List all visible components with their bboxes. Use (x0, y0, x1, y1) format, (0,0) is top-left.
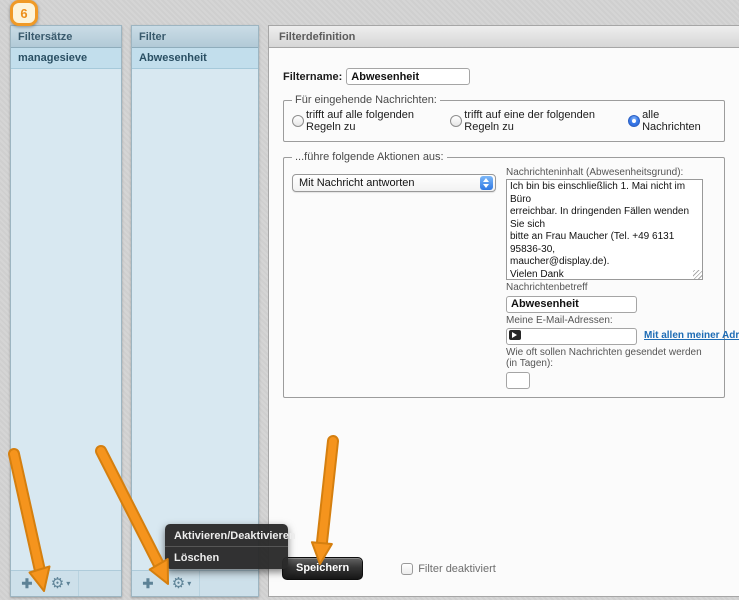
filtername-input[interactable] (346, 68, 470, 85)
footer-spacer (79, 571, 121, 596)
filtersets-header: Filtersätze (11, 26, 121, 48)
action-select[interactable]: Mit Nachricht antworten (292, 174, 496, 192)
radio-option-all-rules[interactable]: trifft auf alle folgenden Regeln zu (292, 109, 442, 133)
gear-icon: ⚙ (51, 576, 64, 591)
radio-option-any-rule[interactable]: trifft auf eine der folgenden Regeln zu (450, 109, 620, 133)
gear-context-menu: Aktivieren/Deaktivieren Löschen (165, 524, 288, 569)
filter-definition-pane: Filterdefinition Filtername: Für eingehe… (268, 25, 739, 597)
chevron-down-icon: ▾ (187, 579, 191, 588)
incoming-legend: Für eingehende Nachrichten: (292, 94, 440, 106)
add-filterset-button[interactable]: ✚ (11, 571, 43, 596)
subject-label: Nachrichtenbetreff (506, 282, 706, 293)
list-item-abwesenheit[interactable]: Abwesenheit (132, 48, 258, 69)
radio-label: alle Nachrichten (642, 109, 708, 133)
addresses-input[interactable] (506, 328, 637, 345)
actions-legend: ...führe folgende Aktionen aus: (292, 151, 447, 163)
vacation-reason-textarea[interactable]: Ich bin bis einschließlich 1. Mai nicht … (506, 179, 703, 280)
chevron-down-icon: ▾ (66, 579, 70, 588)
filterset-actions-button[interactable]: ⚙ ▾ (43, 571, 79, 596)
pane-title: Filterdefinition (269, 26, 739, 48)
radio-icon[interactable] (450, 115, 462, 127)
content-label: Nachrichteninhalt (Abwesenheitsgrund): (506, 167, 706, 178)
menu-item-activate-deactivate[interactable]: Aktivieren/Deaktivieren (165, 525, 288, 546)
filtersets-footer: ✚ ⚙ ▾ (11, 570, 121, 596)
address-insert-icon[interactable] (509, 330, 521, 340)
radio-option-all-messages[interactable]: alle Nachrichten (628, 109, 708, 133)
interval-input[interactable] (506, 372, 530, 389)
interval-label: Wie oft sollen Nachrichten gesendet werd… (506, 347, 706, 369)
add-filter-button[interactable]: ✚ (132, 571, 164, 596)
incoming-fieldset: Für eingehende Nachrichten: trifft auf a… (283, 94, 725, 142)
radio-label: trifft auf alle folgenden Regeln zu (306, 109, 442, 133)
action-select-value: Mit Nachricht antworten (299, 177, 415, 189)
addresses-label: Meine E-Mail-Adressen: (506, 315, 706, 326)
pane-body: Filtername: Für eingehende Nachrichten: … (269, 48, 739, 596)
radio-icon[interactable] (292, 115, 304, 127)
fill-all-addresses-link[interactable]: Mit allen meiner Adressen (644, 330, 739, 341)
filters-footer: ✚ ⚙ ▾ (132, 570, 258, 596)
radio-icon[interactable] (628, 115, 640, 127)
filter-actions-button[interactable]: ⚙ ▾ (164, 571, 200, 596)
filters-header: Filter (132, 26, 258, 48)
filter-deactivated-label: Filter deaktiviert (418, 563, 496, 575)
plus-icon: ✚ (22, 576, 33, 592)
step-badge: 6 (10, 0, 38, 26)
select-stepper-icon (480, 176, 493, 190)
menu-item-delete[interactable]: Löschen (165, 546, 288, 568)
actions-fieldset: ...führe folgende Aktionen aus: Mit Nach… (283, 151, 725, 398)
list-item-managesieve[interactable]: managesieve (11, 48, 121, 69)
filter-deactivated-checkbox[interactable] (401, 563, 413, 575)
gear-icon: ⚙ (172, 576, 185, 591)
plus-icon: ✚ (143, 576, 154, 592)
filters-column: Filter Abwesenheit ✚ ⚙ ▾ (131, 25, 259, 597)
save-button[interactable]: Speichern (282, 557, 363, 580)
radio-label: trifft auf eine der folgenden Regeln zu (464, 109, 620, 133)
filtername-label: Filtername: (283, 71, 342, 83)
resize-grip-icon[interactable] (693, 270, 702, 279)
subject-input[interactable] (506, 296, 637, 313)
filtersets-column: Filtersätze managesieve ✚ ⚙ ▾ (10, 25, 122, 597)
footer-spacer (200, 571, 258, 596)
